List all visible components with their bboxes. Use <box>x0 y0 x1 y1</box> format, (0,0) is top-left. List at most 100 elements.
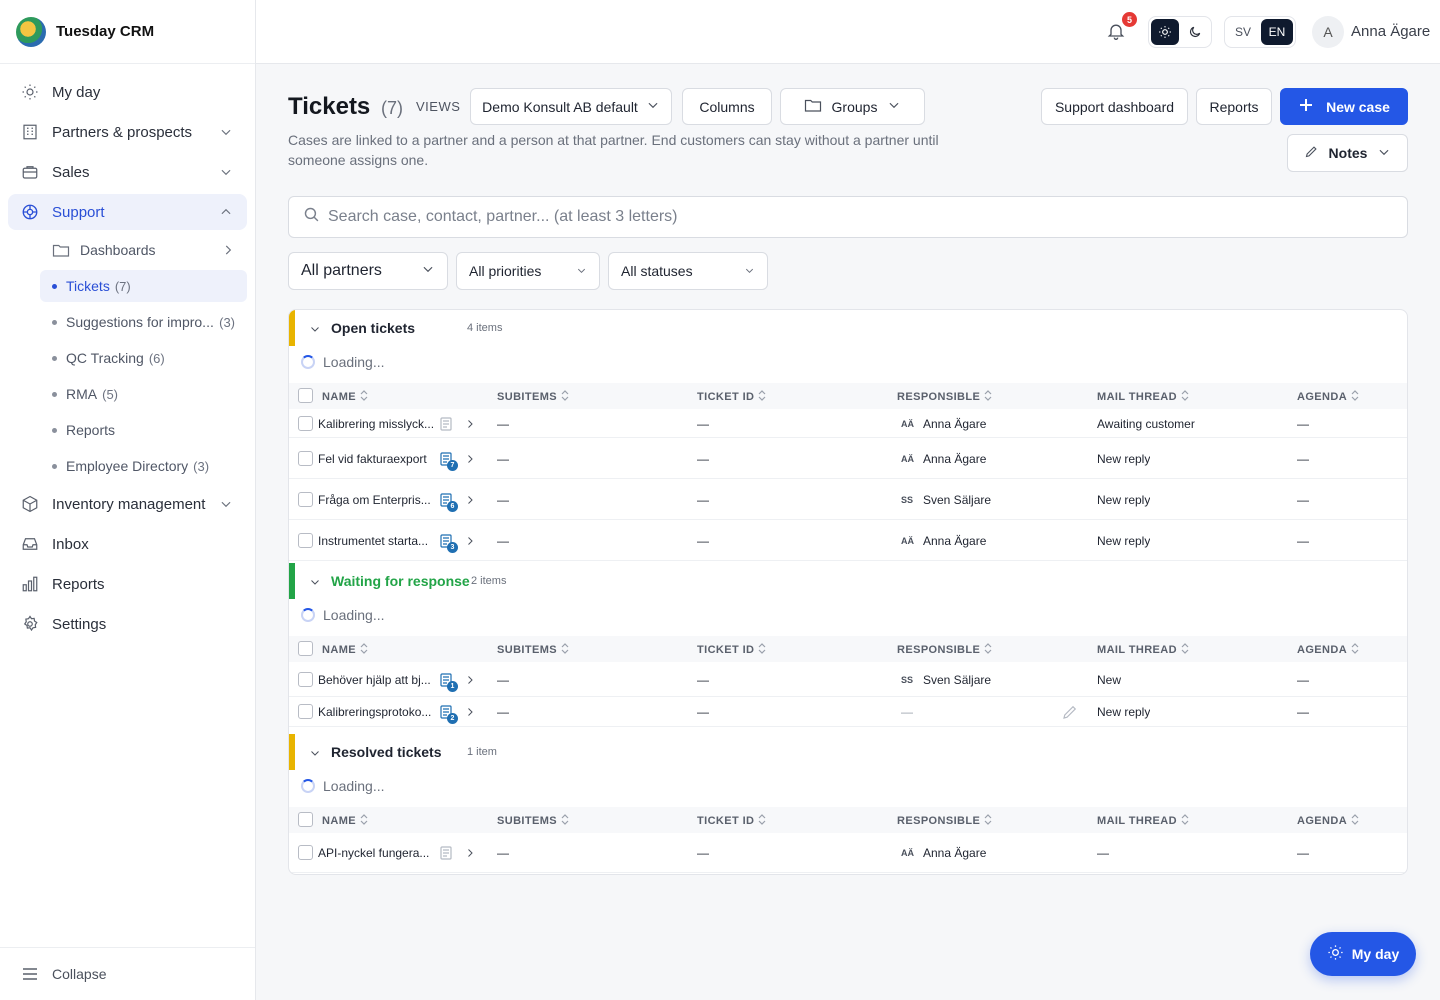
row-checkbox[interactable] <box>298 415 313 431</box>
column-header[interactable]: AGENDA <box>1297 643 1359 657</box>
document-icon[interactable] <box>440 846 452 863</box>
column-header[interactable]: NAME <box>322 643 368 657</box>
column-header[interactable]: SUBITEMS <box>497 814 569 828</box>
column-header[interactable]: MAIL THREAD <box>1097 643 1189 657</box>
my-day-fab[interactable]: My day <box>1310 932 1416 976</box>
nav-reports[interactable]: Reports <box>8 566 247 602</box>
table-row[interactable]: Kalibrering misslyck... — — AÄ Anna Ägare Awa… <box>289 409 1407 438</box>
sort-icon[interactable] <box>1181 814 1189 828</box>
table-row[interactable]: Instrumentet starta... 3 — — AÄ Anna Ägare New… <box>289 520 1407 561</box>
nav-inventory[interactable]: Inventory management <box>8 486 247 522</box>
table-row[interactable]: Behöver hjälp att bj... 1 — — SS Sven Säljare… <box>289 662 1407 697</box>
sub-reports[interactable]: Reports <box>40 414 247 446</box>
column-header[interactable]: MAIL THREAD <box>1097 814 1189 828</box>
chevron-right-icon[interactable] <box>464 452 476 469</box>
sort-icon[interactable] <box>360 390 368 404</box>
collapse-button[interactable]: Collapse <box>0 947 255 1000</box>
columns-button[interactable]: Columns <box>682 88 772 125</box>
partners-filter[interactable]: All partners <box>288 252 448 290</box>
sort-icon[interactable] <box>758 390 766 404</box>
chevron-right-icon[interactable] <box>464 673 476 690</box>
select-all-checkbox[interactable] <box>298 388 313 403</box>
ticket-name[interactable]: Kalibreringsprotoko... <box>318 705 436 719</box>
column-header[interactable]: RESPONSIBLE <box>897 390 992 404</box>
search-input[interactable]: Search case, contact, partner... (at lea… <box>288 196 1408 238</box>
select-all-checkbox[interactable] <box>298 812 313 827</box>
column-header[interactable]: RESPONSIBLE <box>897 814 992 828</box>
column-header[interactable]: NAME <box>322 814 368 828</box>
sort-icon[interactable] <box>561 390 569 404</box>
column-header[interactable]: AGENDA <box>1297 814 1359 828</box>
column-header[interactable]: TICKET ID <box>697 390 766 404</box>
responsible-value[interactable]: AÄ Anna Ägare <box>901 417 986 431</box>
brand[interactable]: Tuesday CRM <box>0 0 255 64</box>
sort-icon[interactable] <box>984 390 992 404</box>
table-row[interactable]: Fråga om Enterpris... 6 — — SS Sven Säljare Ne… <box>289 479 1407 520</box>
light-mode-button[interactable] <box>1151 19 1179 45</box>
group-header[interactable]: Waiting for response 2 items <box>289 563 1407 599</box>
sort-icon[interactable] <box>984 814 992 828</box>
avatar[interactable]: A <box>1312 16 1344 48</box>
sort-icon[interactable] <box>1181 390 1189 404</box>
groups-button[interactable]: Groups <box>780 88 925 125</box>
ticket-name[interactable]: Fel vid fakturaexport <box>318 452 436 466</box>
pencil-icon[interactable] <box>1061 703 1079 724</box>
sort-icon[interactable] <box>758 643 766 657</box>
nav-inbox[interactable]: Inbox <box>8 526 247 562</box>
sub-employee-directory[interactable]: Employee Directory (3) <box>40 450 247 482</box>
responsible-value[interactable]: AÄ Anna Ägare <box>901 534 986 548</box>
chevron-right-icon[interactable] <box>464 846 476 863</box>
chevron-down-icon[interactable] <box>309 746 321 762</box>
sub-tickets[interactable]: Tickets (7) <box>40 270 247 302</box>
document-icon[interactable] <box>440 416 452 434</box>
sort-icon[interactable] <box>561 814 569 828</box>
group-header[interactable]: Open tickets 4 items <box>289 310 1407 346</box>
row-checkbox[interactable] <box>298 671 313 687</box>
chevron-right-icon[interactable] <box>464 534 476 551</box>
column-header[interactable]: TICKET ID <box>697 643 766 657</box>
nav-sales[interactable]: Sales <box>8 154 247 190</box>
chevron-down-icon[interactable] <box>309 575 321 591</box>
support-dashboard-button[interactable]: Support dashboard <box>1041 88 1188 125</box>
row-checkbox[interactable] <box>298 450 313 466</box>
sort-icon[interactable] <box>984 643 992 657</box>
sub-dashboards[interactable]: Dashboards <box>40 234 247 266</box>
group-header[interactable]: Resolved tickets 1 item <box>289 734 1407 770</box>
sort-icon[interactable] <box>360 814 368 828</box>
sub-suggestions[interactable]: Suggestions for impro... (3) <box>40 306 247 338</box>
ticket-name[interactable]: Behöver hjälp att bj... <box>318 673 436 687</box>
table-row[interactable]: Kalibreringsprotoko... 2 — — — New reply — <box>289 697 1407 727</box>
sub-qc-tracking[interactable]: QC Tracking (6) <box>40 342 247 374</box>
column-header[interactable]: MAIL THREAD <box>1097 390 1189 404</box>
new-case-button[interactable]: New case <box>1280 88 1408 125</box>
user-name[interactable]: Anna Ägare <box>1351 23 1430 40</box>
column-header[interactable]: SUBITEMS <box>497 643 569 657</box>
nav-settings[interactable]: Settings <box>8 606 247 642</box>
sort-icon[interactable] <box>1351 643 1359 657</box>
column-header[interactable]: TICKET ID <box>697 814 766 828</box>
responsible-value[interactable]: — <box>901 705 913 719</box>
notes-button[interactable]: Notes <box>1287 134 1408 172</box>
responsible-value[interactable]: SS Sven Säljare <box>901 673 991 687</box>
column-header[interactable]: AGENDA <box>1297 390 1359 404</box>
table-row[interactable]: Fel vid fakturaexport 7 — — AÄ Anna Ägare New … <box>289 438 1407 479</box>
sub-rma[interactable]: RMA (5) <box>40 378 247 410</box>
sort-icon[interactable] <box>1351 390 1359 404</box>
nav-support[interactable]: Support <box>8 194 247 230</box>
ticket-name[interactable]: Fråga om Enterpris... <box>318 493 436 507</box>
column-header[interactable]: SUBITEMS <box>497 390 569 404</box>
responsible-value[interactable]: SS Sven Säljare <box>901 493 991 507</box>
view-select[interactable]: Demo Konsult AB default <box>470 88 672 125</box>
sort-icon[interactable] <box>360 643 368 657</box>
nav-my-day[interactable]: My day <box>8 74 247 110</box>
sort-icon[interactable] <box>1351 814 1359 828</box>
column-header[interactable]: RESPONSIBLE <box>897 643 992 657</box>
statuses-filter[interactable]: All statuses <box>608 252 768 290</box>
chevron-right-icon[interactable] <box>464 705 476 722</box>
column-header[interactable]: NAME <box>322 390 368 404</box>
lang-en-button[interactable]: EN <box>1261 19 1293 45</box>
dark-mode-button[interactable] <box>1181 19 1209 45</box>
responsible-value[interactable]: AÄ Anna Ägare <box>901 846 986 860</box>
row-checkbox[interactable] <box>298 845 313 860</box>
nav-partners[interactable]: Partners & prospects <box>8 114 247 150</box>
